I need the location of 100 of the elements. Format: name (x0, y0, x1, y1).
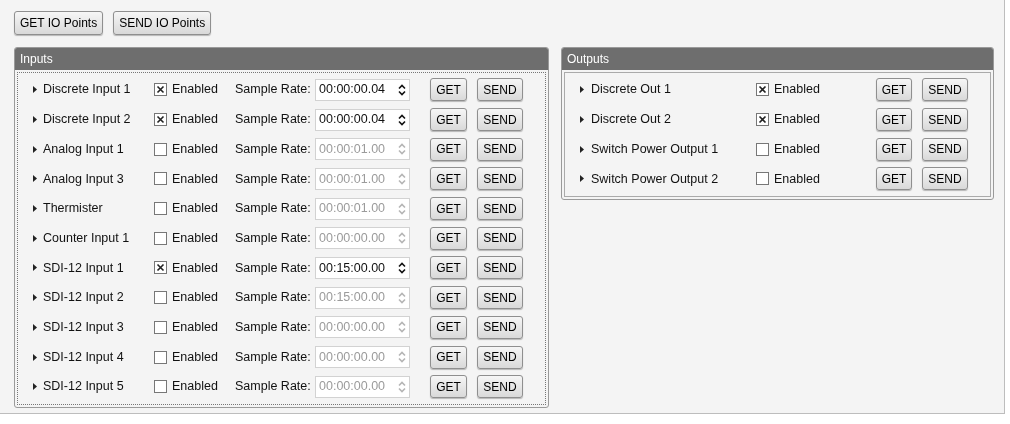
get-button[interactable]: GET (430, 375, 467, 399)
get-button[interactable]: GET (430, 256, 467, 280)
expand-caret-icon[interactable] (580, 175, 584, 183)
get-button[interactable]: GET (430, 137, 467, 161)
cross-mark-icon (156, 85, 165, 95)
toolbar-button[interactable]: SEND IO Points (113, 11, 212, 35)
sample-rate-field[interactable]: 00:00:00.04 (315, 78, 410, 101)
enabled-label: Enabled (172, 140, 218, 158)
enabled-checkbox[interactable] (154, 172, 167, 186)
enabled-label: Enabled (172, 229, 218, 247)
send-button[interactable]: SEND (477, 137, 523, 161)
sample-rate-label: Sample Rate: (235, 259, 312, 277)
send-button[interactable]: SEND (922, 137, 968, 161)
input-name: Counter Input 1 (43, 229, 131, 247)
sample-rate-field[interactable]: 00:00:00.04 (315, 108, 410, 131)
send-button[interactable]: SEND (477, 78, 523, 102)
get-button[interactable]: GET (430, 345, 467, 369)
enabled-label: Enabled (172, 170, 218, 188)
input-name: SDI-12 Input 2 (43, 289, 125, 307)
spinner-arrows-icon[interactable] (398, 83, 406, 96)
get-button[interactable]: GET (876, 78, 912, 102)
spinner-arrows-icon[interactable] (398, 113, 406, 126)
enabled-checkbox[interactable] (154, 261, 167, 275)
send-button[interactable]: SEND (922, 78, 968, 102)
enabled-checkbox[interactable] (154, 291, 167, 305)
get-button[interactable]: GET (430, 315, 467, 339)
sample-rate-label: Sample Rate: (235, 140, 312, 158)
send-button[interactable]: SEND (922, 108, 968, 132)
get-button[interactable]: GET (430, 197, 467, 221)
get-button[interactable]: GET (876, 108, 912, 132)
send-button[interactable]: SEND (477, 197, 523, 221)
expand-caret-icon[interactable] (33, 86, 37, 94)
sample-rate-field[interactable]: 00:15:00.00 (315, 256, 410, 279)
input-name: Discrete Input 2 (43, 111, 132, 129)
send-button[interactable]: SEND (477, 375, 523, 399)
enabled-label: Enabled (172, 259, 218, 277)
expand-caret-icon[interactable] (33, 383, 37, 391)
output-name: Discrete Out 1 (591, 81, 672, 99)
cross-mark-icon (758, 115, 767, 125)
expand-caret-icon[interactable] (33, 205, 37, 213)
get-button[interactable]: GET (430, 286, 467, 310)
expand-caret-icon[interactable] (580, 116, 584, 124)
output-name: Discrete Out 2 (591, 111, 672, 129)
send-button[interactable]: SEND (922, 167, 968, 191)
enabled-checkbox[interactable] (154, 113, 167, 127)
expand-caret-icon[interactable] (33, 294, 37, 302)
expand-caret-icon[interactable] (33, 175, 37, 183)
send-button[interactable]: SEND (477, 167, 523, 191)
enabled-checkbox[interactable] (154, 83, 167, 97)
expand-caret-icon[interactable] (33, 234, 37, 242)
send-button[interactable]: SEND (477, 315, 523, 339)
sample-rate-label: Sample Rate: (235, 318, 312, 336)
input-name: Analog Input 1 (43, 140, 125, 158)
enabled-checkbox[interactable] (756, 113, 769, 127)
expand-caret-icon[interactable] (33, 353, 37, 361)
output-name: Switch Power Output 2 (591, 170, 720, 188)
get-button[interactable]: GET (430, 167, 467, 191)
send-button[interactable]: SEND (477, 226, 523, 250)
enabled-label: Enabled (774, 140, 820, 158)
sample-rate-label: Sample Rate: (235, 81, 312, 99)
toolbar-button[interactable]: GET IO Points (14, 11, 104, 35)
enabled-label: Enabled (172, 318, 218, 336)
spinner-arrows-icon[interactable] (398, 261, 406, 274)
expand-caret-icon[interactable] (33, 145, 37, 153)
enabled-checkbox[interactable] (756, 142, 769, 156)
get-button[interactable]: GET (876, 167, 912, 191)
enabled-checkbox[interactable] (154, 350, 167, 364)
send-button[interactable]: SEND (477, 286, 523, 310)
sample-rate-label: Sample Rate: (235, 378, 312, 396)
enabled-checkbox[interactable] (756, 172, 769, 186)
input-name: SDI-12 Input 5 (43, 378, 125, 396)
enabled-label: Enabled (774, 111, 820, 129)
enabled-label: Enabled (172, 378, 218, 396)
input-name: Thermister (43, 200, 104, 218)
enabled-checkbox[interactable] (154, 142, 167, 156)
send-button[interactable]: SEND (477, 256, 523, 280)
sample-rate-label: Sample Rate: (235, 170, 312, 188)
sample-rate-label: Sample Rate: (235, 348, 312, 366)
expand-caret-icon[interactable] (580, 86, 584, 94)
enabled-checkbox[interactable] (154, 231, 167, 245)
cross-mark-icon (156, 115, 165, 125)
panel-header: Inputs (15, 48, 548, 70)
get-button[interactable]: GET (430, 226, 467, 250)
expand-caret-icon[interactable] (33, 116, 37, 124)
expand-caret-icon[interactable] (33, 323, 37, 331)
enabled-checkbox[interactable] (154, 380, 167, 394)
send-button[interactable]: SEND (477, 108, 523, 132)
enabled-checkbox[interactable] (756, 83, 769, 97)
get-button[interactable]: GET (876, 137, 912, 161)
get-button[interactable]: GET (430, 78, 467, 102)
enabled-label: Enabled (774, 170, 820, 188)
get-button[interactable]: GET (430, 108, 467, 132)
enabled-checkbox[interactable] (154, 202, 167, 216)
input-name: SDI-12 Input 1 (43, 259, 125, 277)
expand-caret-icon[interactable] (33, 264, 37, 272)
output-name: Switch Power Output 1 (591, 140, 720, 158)
cross-mark-icon (758, 85, 767, 95)
expand-caret-icon[interactable] (580, 145, 584, 153)
send-button[interactable]: SEND (477, 345, 523, 369)
enabled-checkbox[interactable] (154, 320, 167, 334)
